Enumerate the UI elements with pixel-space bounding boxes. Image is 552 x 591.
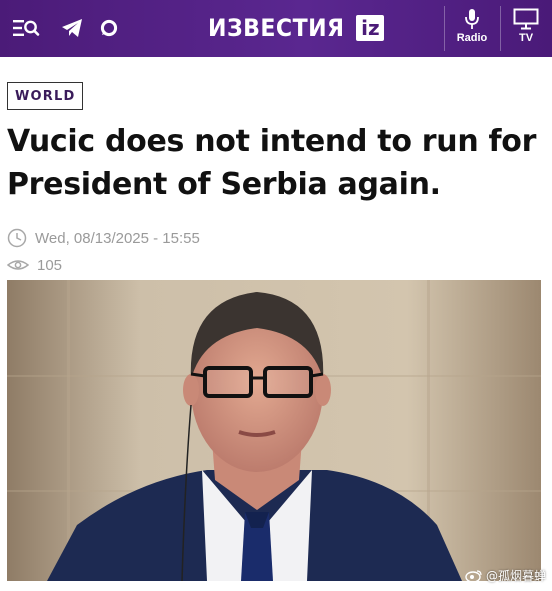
weibo-watermark: @孤烟暮蝉 bbox=[465, 567, 546, 584]
header-divider bbox=[444, 6, 445, 51]
tv-icon bbox=[513, 8, 539, 30]
radio-button[interactable]: Radio bbox=[446, 8, 498, 50]
weibo-icon bbox=[465, 569, 482, 583]
article-date: Wed, 08/13/2025 - 15:55 bbox=[35, 229, 200, 247]
article-title: Vucic does not intend to run for Preside… bbox=[7, 124, 537, 202]
eye-icon bbox=[7, 260, 29, 270]
telegram-icon[interactable] bbox=[57, 14, 87, 42]
logo-text: ИЗВЕСТИЯ bbox=[208, 14, 345, 42]
category-badge[interactable]: WORLD bbox=[7, 82, 84, 110]
article-date-row: Wed, 08/13/2025 - 15:55 bbox=[7, 228, 200, 248]
clock-icon bbox=[7, 228, 27, 248]
chat-bubble-icon[interactable] bbox=[94, 14, 124, 42]
tv-button[interactable]: TV bbox=[500, 8, 552, 50]
watermark-text: @孤烟暮蝉 bbox=[485, 569, 546, 583]
article-photo bbox=[7, 280, 541, 581]
logo-badge: iz bbox=[356, 15, 385, 41]
top-navigation-bar: ИЗВЕСТИЯ iz Radio TV bbox=[0, 0, 552, 57]
izvestia-logo[interactable]: ИЗВЕСТИЯ iz bbox=[208, 13, 385, 43]
menu-search-icon[interactable] bbox=[11, 14, 41, 42]
article-views-row: 105 bbox=[7, 256, 62, 274]
article-views: 105 bbox=[37, 256, 63, 274]
radio-label: Radio bbox=[456, 32, 488, 44]
microphone-icon bbox=[465, 9, 479, 29]
tv-label: TV bbox=[518, 32, 534, 44]
